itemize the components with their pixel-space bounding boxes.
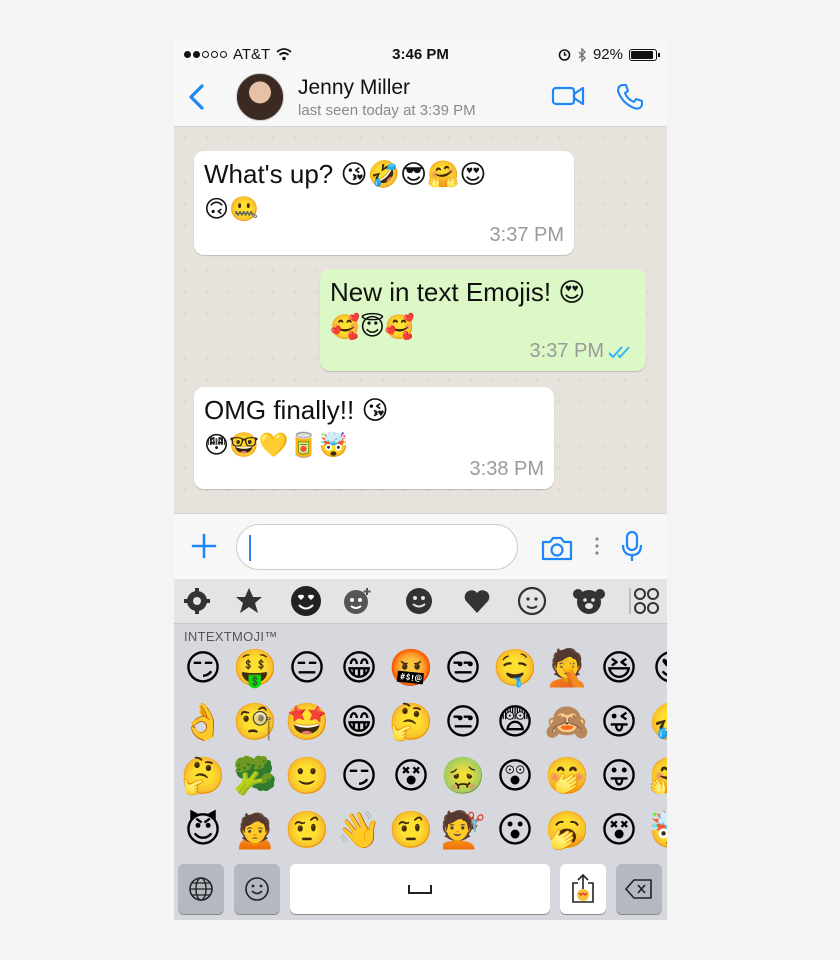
backspace-icon [625, 879, 652, 899]
emoji-key[interactable]: 😮 [492, 807, 538, 853]
smiley-icon[interactable] [404, 586, 434, 616]
emoji-key[interactable]: 🤣 [648, 699, 667, 745]
emoji-key[interactable]: 🙍 [232, 807, 278, 853]
smiley-key[interactable] [234, 864, 280, 914]
message-time: 3:38 PM [469, 458, 544, 480]
message-time: 3:37 PM [529, 340, 604, 362]
emoji-key[interactable]: 😒 [440, 645, 486, 691]
message-bubble-incoming[interactable]: OMG finally!! 😘 😳🤓💛🥫🤯 3:38 PM [194, 387, 554, 489]
emoji-key[interactable]: 😏 [336, 753, 382, 799]
emoji-key[interactable]: 😈 [180, 807, 226, 853]
emoji-key[interactable]: 😁 [336, 645, 382, 691]
emoji-key[interactable]: 🤔 [388, 699, 434, 745]
emoji-keyboard: INTEXTMOJI™ 😏🤑😑😁🤬😒🤤🤦😆😍👌🧐🤩😁🤔😒😨🙈😜🤣🤔🥦🙂😏😵🤢😲🤭… [174, 579, 667, 920]
space-key[interactable] [290, 864, 550, 914]
emoji-key[interactable]: 😆 [596, 645, 642, 691]
message-emojis: 🥰😇🥰 [330, 314, 415, 341]
message-text: What's up? 😘🤣😎🤗😍 [204, 159, 487, 189]
message-text: OMG finally!! 😘 [204, 395, 389, 425]
contact-name[interactable]: Jenny Miller [298, 76, 410, 100]
read-receipt-icon [608, 346, 630, 359]
emoji-key[interactable]: 🤤 [492, 645, 538, 691]
category-bar [174, 579, 667, 624]
emoji-key[interactable]: 😑 [284, 645, 330, 691]
emoji-key[interactable]: 🥦 [232, 753, 278, 799]
smiley-icon [245, 877, 269, 901]
phone-icon[interactable] [615, 82, 645, 112]
battery-icon [629, 48, 660, 61]
emoji-key[interactable]: 🧐 [232, 699, 278, 745]
emoji-key[interactable]: 😏 [180, 645, 226, 691]
backspace-key[interactable] [616, 864, 662, 914]
message-emojis: 😳🤓💛🥫🤯 [204, 432, 349, 459]
chevron-left-icon[interactable] [182, 80, 212, 114]
chat-thread[interactable]: What's up? 😘🤣😎🤗😍 🙃🤐 3:37 PM New in text … [174, 127, 667, 513]
message-bubble-incoming[interactable]: What's up? 😘🤣😎🤗😍 🙃🤐 3:37 PM [194, 151, 574, 255]
emoji-key[interactable]: 🤦 [544, 645, 590, 691]
monkey-icon[interactable] [517, 586, 547, 616]
share-emoji-key[interactable] [560, 864, 606, 914]
emoji-key[interactable]: 👌 [180, 699, 226, 745]
message-bubble-outgoing[interactable]: New in text Emojis! 😍 🥰😇🥰 3:37 PM [320, 269, 646, 371]
emoji-key[interactable]: 😛 [596, 753, 642, 799]
emoji-key[interactable]: 😁 [336, 699, 382, 745]
keyboard-section-label: INTEXTMOJI™ [184, 629, 278, 644]
keyboard-bottom-row [174, 859, 667, 920]
more-icon[interactable] [594, 536, 600, 556]
emoji-key[interactable]: 🤩 [284, 699, 330, 745]
status-right: 92% [558, 46, 660, 63]
emoji-key[interactable]: 💇 [440, 807, 486, 853]
emoji-key[interactable]: 😜 [596, 699, 642, 745]
video-call-icon[interactable] [551, 84, 585, 108]
emoji-key[interactable]: 🤗 [648, 753, 667, 799]
chat-header: Jenny Miller last seen today at 3:39 PM [174, 70, 667, 127]
space-icon [408, 885, 432, 894]
emoji-key[interactable]: 🤢 [440, 753, 486, 799]
microphone-icon[interactable] [620, 530, 644, 564]
alarm-icon [558, 49, 571, 61]
emoji-key[interactable]: 😵 [596, 807, 642, 853]
status-bar: AT&T 3:46 PM 92% [174, 40, 667, 70]
emoji-key[interactable]: 🤯 [648, 807, 667, 853]
bluetooth-icon [578, 47, 586, 62]
emoji-key[interactable]: 😲 [492, 753, 538, 799]
camera-icon[interactable] [540, 534, 574, 562]
emoji-key[interactable]: 🙈 [544, 699, 590, 745]
battery-percent: 92% [592, 46, 623, 63]
avatar[interactable] [236, 73, 284, 121]
emoji-key[interactable]: 👋 [336, 807, 382, 853]
sparkle-face-icon[interactable] [342, 586, 372, 616]
bear-icon[interactable] [572, 586, 606, 616]
gear-icon[interactable] [182, 586, 212, 616]
share-emoji-icon [572, 873, 594, 903]
text-caret [249, 535, 251, 561]
emoji-key[interactable]: 🤑 [232, 645, 278, 691]
emoji-key[interactable]: 😒 [440, 699, 486, 745]
emoji-key[interactable]: 🤭 [544, 753, 590, 799]
message-input[interactable] [236, 524, 518, 570]
composer-bar [174, 513, 667, 580]
emoji-key[interactable]: 🤬 [388, 645, 434, 691]
emoji-key[interactable]: 🙂 [284, 753, 330, 799]
globe-icon [189, 877, 213, 901]
message-text: New in text Emojis! 😍 [330, 277, 586, 307]
star-icon[interactable] [234, 586, 264, 616]
emoji-key[interactable]: 🤔 [180, 753, 226, 799]
emoji-key[interactable]: 😵 [388, 753, 434, 799]
message-time: 3:37 PM [489, 224, 564, 246]
emoji-key[interactable]: 🤨 [388, 807, 434, 853]
apps-icon[interactable] [627, 586, 663, 616]
emoji-key[interactable]: 🤨 [284, 807, 330, 853]
heart-icon[interactable] [462, 586, 492, 616]
message-emojis: 🙃🤐 [204, 196, 259, 223]
last-seen-text: last seen today at 3:39 PM [298, 102, 476, 119]
emoji-key[interactable]: 😍 [648, 645, 667, 691]
globe-key[interactable] [178, 864, 224, 914]
emoji-grid: 😏🤑😑😁🤬😒🤤🤦😆😍👌🧐🤩😁🤔😒😨🙈😜🤣🤔🥦🙂😏😵🤢😲🤭😛🤗😈🙍🤨👋🤨💇😮🥱😵🤯 [180, 645, 667, 857]
plus-icon[interactable] [190, 532, 218, 560]
emoji-key[interactable]: 🥱 [544, 807, 590, 853]
love-face-icon[interactable] [288, 583, 324, 619]
emoji-key[interactable]: 😨 [492, 699, 538, 745]
phone-screen: AT&T 3:46 PM 92% Jenny Miller last seen … [174, 40, 667, 920]
